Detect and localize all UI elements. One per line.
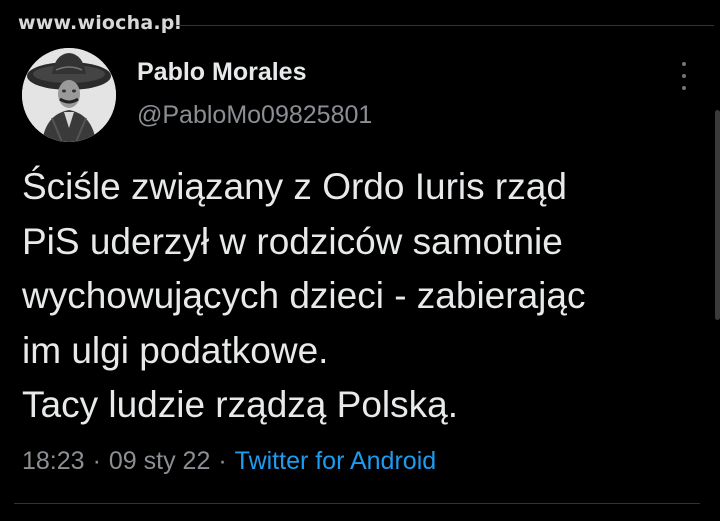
meta-separator: · xyxy=(92,447,101,475)
tweet-text-line: im ulgi podatkowe. xyxy=(22,329,329,371)
tweet-text-line: wychowujących dzieci - zabierając xyxy=(22,275,586,316)
meta-separator: · xyxy=(218,447,227,475)
tweet-source-link[interactable]: Twitter for Android xyxy=(235,447,436,475)
watermark: www.wiocha.pl xyxy=(18,12,182,34)
more-vertical-icon[interactable] xyxy=(676,62,692,90)
tweet-date[interactable]: 09 sty 22 xyxy=(109,447,210,475)
tweet-text-line: PiS uderzył w rodziców samotnie xyxy=(22,220,563,262)
avatar-portrait-image xyxy=(22,48,116,142)
divider-top xyxy=(176,25,714,26)
tweet-meta: 18:23 · 09 sty 22 · Twitter for Android xyxy=(22,447,436,476)
tweet-time[interactable]: 18:23 xyxy=(22,447,85,475)
tweet-text-line: Ściśle związany z Ordo Iuris rząd xyxy=(22,166,567,207)
author-display-name[interactable]: Pablo Morales xyxy=(137,58,307,87)
author-handle[interactable]: @PabloMo09825801 xyxy=(137,101,372,130)
tweet-text-line: Tacy ludzie rządzą Polską. xyxy=(22,384,458,425)
divider-bottom xyxy=(14,503,700,504)
avatar[interactable] xyxy=(22,48,116,142)
scrollbar[interactable] xyxy=(715,110,720,320)
tweet-text: Ściśle związany z Ordo Iuris rząd PiS ud… xyxy=(22,160,712,433)
